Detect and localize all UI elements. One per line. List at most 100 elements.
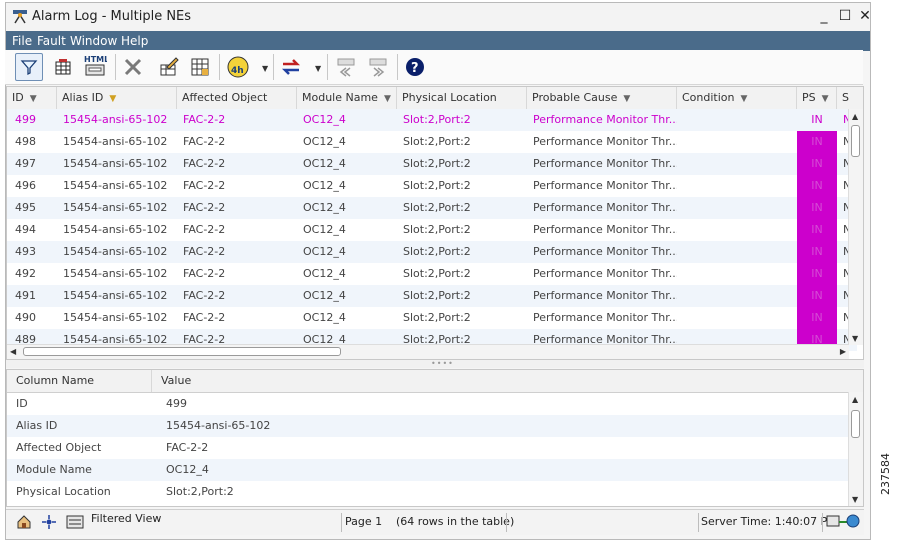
table-row[interactable]: 490 15454-ansi-65-102 FAC-2-2 OC12_4 Slot:2,… (7, 307, 857, 329)
details-column-name-header[interactable]: Column Name (7, 370, 152, 392)
scrollbar-thumb[interactable] (851, 125, 860, 157)
scroll-right-icon[interactable]: ▶ (840, 347, 846, 356)
page-indicator: Page 1 (345, 515, 383, 528)
column-header-affected-object[interactable]: Affected Object (177, 87, 297, 109)
cell-condition (677, 241, 797, 263)
cell-ps: IN (797, 197, 837, 219)
toolbar-separator (115, 54, 116, 80)
cell-id: 493 (15, 245, 36, 258)
scroll-up-icon[interactable]: ▲ (852, 112, 858, 121)
cell-id: 497 (15, 157, 36, 170)
header-label: Module Name (302, 91, 378, 104)
close-button[interactable]: ✕ (855, 7, 875, 25)
cell-alias-id: 15454-ansi-65-102 (63, 267, 168, 280)
time-range-dropdown-icon[interactable]: ▼ (262, 64, 268, 73)
network-icon[interactable] (41, 514, 57, 530)
table-row[interactable]: 493 15454-ansi-65-102 FAC-2-2 OC12_4 Slot:2,… (7, 241, 857, 263)
details-field-name: Affected Object (16, 441, 102, 454)
cell-ps: IN (811, 113, 823, 126)
scroll-up-icon[interactable]: ▲ (852, 395, 858, 404)
cell-physical-location: Slot:2,Port:2 (403, 201, 471, 214)
filter-arrow-icon[interactable]: ▼ (109, 94, 116, 104)
menu-file[interactable]: File (12, 34, 32, 48)
next-page-button[interactable] (364, 53, 392, 81)
scroll-down-icon[interactable]: ▼ (852, 495, 858, 504)
table-row[interactable]: 495 15454-ansi-65-102 FAC-2-2 OC12_4 Slot:2,… (7, 197, 857, 219)
details-row[interactable]: Physical Location Slot:2,Port:2 (7, 481, 849, 503)
details-header: Column Name Value (7, 370, 863, 393)
cell-id: 495 (15, 201, 36, 214)
filter-button[interactable] (15, 53, 43, 81)
cell-physical-location: Slot:2,Port:2 (403, 311, 471, 324)
column-settings-button[interactable] (186, 53, 214, 81)
cell-probable-cause: Performance Monitor Thr... (533, 223, 677, 236)
filter-arrow-icon[interactable]: ▼ (822, 94, 829, 104)
details-row[interactable]: ID 499 (7, 393, 849, 415)
details-field-value: 15454-ansi-65-102 (166, 419, 271, 432)
cell-ps: IN (797, 241, 837, 263)
html-report-button[interactable]: HTML (81, 53, 109, 81)
maximize-button[interactable]: ☐ (835, 7, 855, 25)
table-row[interactable]: 498 15454-ansi-65-102 FAC-2-2 OC12_4 Slot:2,… (7, 131, 857, 153)
sync-dropdown-icon[interactable]: ▼ (315, 64, 321, 73)
time-range-button[interactable]: 4h (224, 53, 252, 81)
details-row[interactable]: Alias ID 15454-ansi-65-102 (7, 415, 849, 437)
filter-arrow-icon[interactable]: ▼ (623, 94, 630, 104)
scroll-down-icon[interactable]: ▼ (852, 334, 858, 343)
menu-window[interactable]: Window (70, 34, 117, 48)
table-row[interactable]: 491 15454-ansi-65-102 FAC-2-2 OC12_4 Slot:2,… (7, 285, 857, 307)
details-row[interactable]: Module Name OC12_4 (7, 459, 849, 481)
column-header-probable-cause[interactable]: Probable Cause ▼ (527, 87, 677, 109)
table-row[interactable]: 494 15454-ansi-65-102 FAC-2-2 OC12_4 Slot:2,… (7, 219, 857, 241)
pane-splitter[interactable]: •••• (6, 360, 864, 368)
cell-ps: IN (797, 175, 837, 197)
sync-button[interactable] (277, 53, 305, 81)
header-label: ID (12, 91, 24, 104)
cell-ps: IN (797, 153, 837, 175)
table-row[interactable]: 497 15454-ansi-65-102 FAC-2-2 OC12_4 Slot:2,… (7, 153, 857, 175)
splitter-grip-icon[interactable]: •••• (431, 360, 454, 368)
view-list-icon[interactable] (66, 515, 84, 529)
column-header-alias-id[interactable]: Alias ID ▼ (57, 87, 177, 109)
table-vertical-scrollbar[interactable]: ▲ ▼ (848, 109, 863, 345)
header-label: Condition (682, 91, 735, 104)
details-table: Column Name Value ID 499 Alias ID 15454-ans… (6, 369, 864, 507)
column-header-id[interactable]: ID ▼ (7, 87, 57, 109)
home-icon[interactable] (16, 514, 32, 530)
filter-arrow-icon[interactable]: ▼ (741, 94, 748, 104)
cell-module-name: OC12_4 (303, 311, 346, 324)
previous-page-button[interactable] (332, 53, 360, 81)
table-row[interactable]: 496 15454-ansi-65-102 FAC-2-2 OC12_4 Slot:2,… (7, 175, 857, 197)
cell-physical-location: Slot:2,Port:2 (403, 157, 471, 170)
scroll-left-icon[interactable]: ◀ (10, 347, 16, 356)
scrollbar-thumb[interactable] (851, 410, 860, 438)
edit-icon (160, 57, 179, 76)
details-row[interactable]: Affected Object FAC-2-2 (7, 437, 849, 459)
filter-arrow-icon[interactable]: ▼ (384, 94, 391, 104)
column-header-module-name[interactable]: Module Name ▼ (297, 87, 397, 109)
table-row-selected[interactable]: 499 15454-ansi-65-102 FAC-2-2 OC12_4 Slot:2,… (7, 109, 857, 131)
cell-alias-id: 15454-ansi-65-102 (63, 311, 168, 324)
column-header-physical-location[interactable]: Physical Location (397, 87, 527, 109)
cell-module-name: OC12_4 (303, 179, 346, 192)
table-view-button[interactable] (49, 53, 77, 81)
column-header-condition[interactable]: Condition ▼ (677, 87, 797, 109)
filter-icon (20, 60, 38, 76)
details-vertical-scrollbar[interactable]: ▲ ▼ (848, 392, 863, 506)
column-header-s[interactable]: S (837, 87, 863, 109)
minimize-button[interactable]: _ (814, 7, 834, 25)
delete-button[interactable] (119, 53, 147, 81)
table-horizontal-scrollbar[interactable]: ◀ ▶ (7, 344, 849, 359)
filter-arrow-icon[interactable]: ▼ (30, 94, 37, 104)
menu-fault[interactable]: Fault (37, 34, 66, 48)
cell-id: 499 (15, 113, 36, 126)
scrollbar-thumb[interactable] (23, 347, 341, 356)
edit-button[interactable] (155, 53, 183, 81)
details-value-header[interactable]: Value (152, 370, 849, 392)
cell-alias-id: 15454-ansi-65-102 (63, 201, 168, 214)
column-header-ps[interactable]: PS ▼ (797, 87, 837, 109)
table-row[interactable]: 492 15454-ansi-65-102 FAC-2-2 OC12_4 Slot:2,… (7, 263, 857, 285)
menu-help[interactable]: Help (121, 34, 148, 48)
help-button[interactable]: ? (401, 53, 429, 81)
table-header: ID ▼ Alias ID ▼ Affected Object Module Nam… (7, 87, 863, 110)
